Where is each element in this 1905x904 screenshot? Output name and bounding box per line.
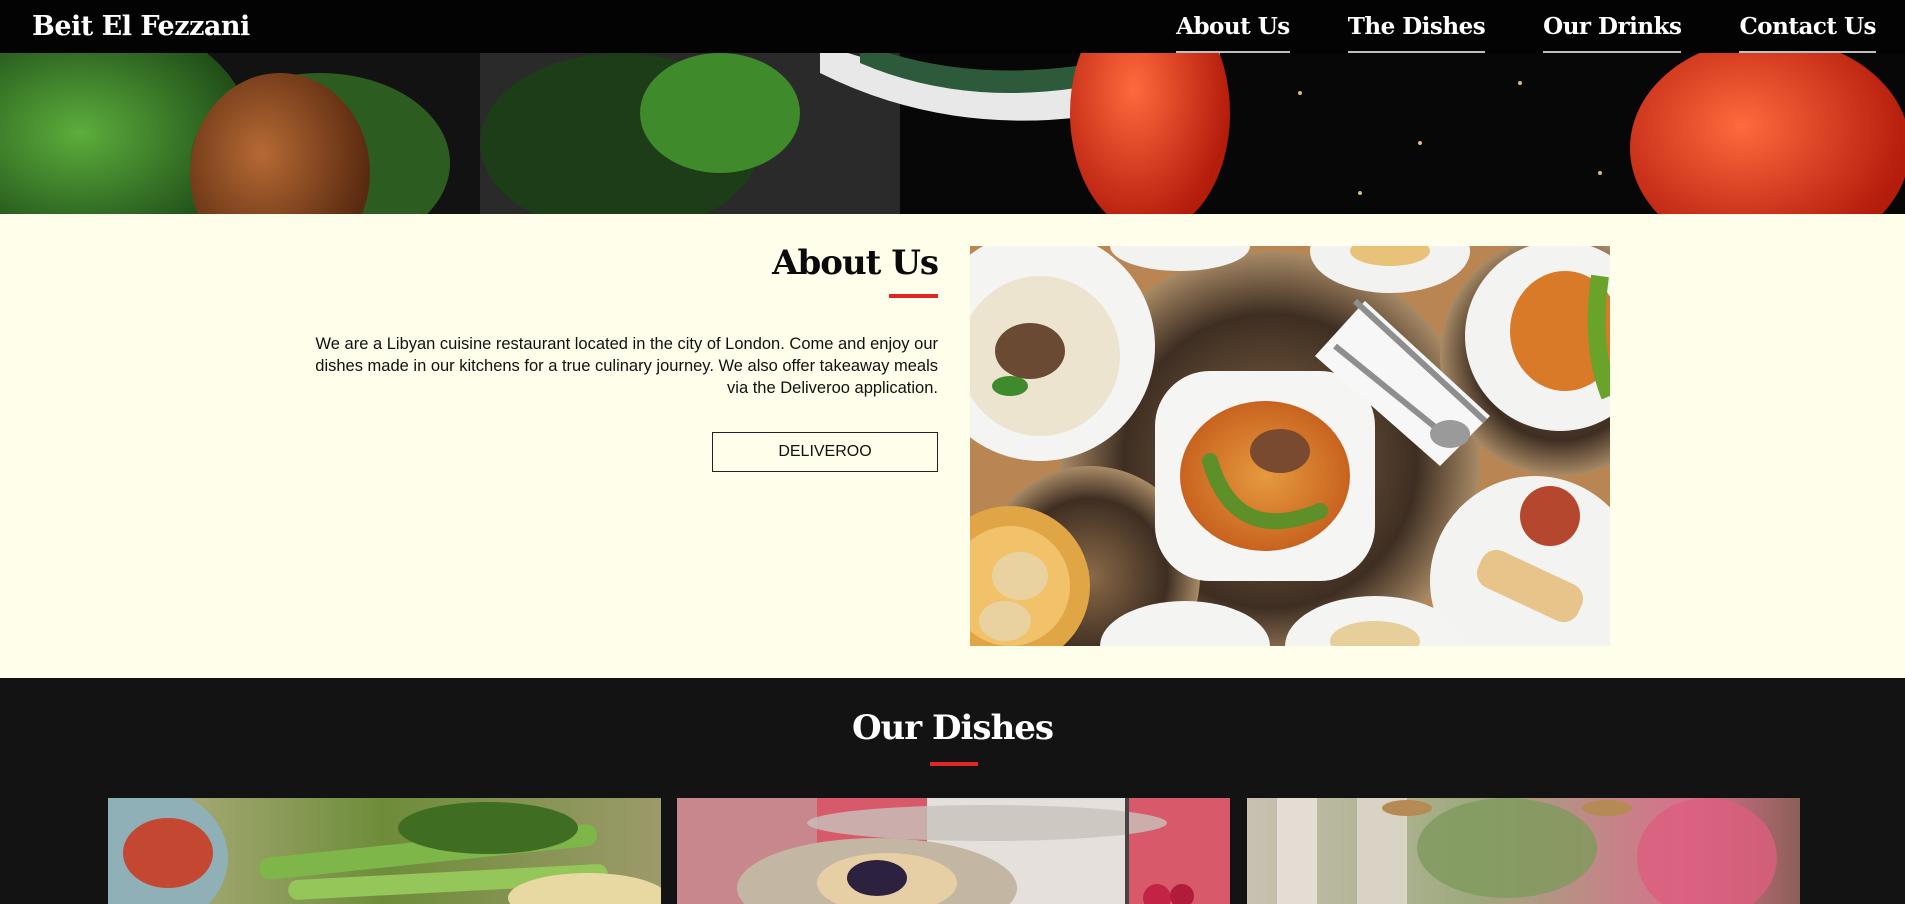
about-description: We are a Libyan cuisine restaurant locat… <box>315 335 938 397</box>
nav-our-drinks[interactable]: Our Drinks <box>1543 0 1682 53</box>
restaurant-interior-photo <box>1247 798 1800 904</box>
nav-about-us[interactable]: About Us <box>1176 0 1290 53</box>
hero-banner <box>0 53 1905 214</box>
about-photo-frame <box>970 246 1610 646</box>
about-text-block: About Us We are a Libyan cuisine restaur… <box>290 243 939 472</box>
deliveroo-button[interactable]: DELIVEROO <box>712 432 938 472</box>
libyan-dishes-table-photo <box>970 246 1610 646</box>
dish-card-1[interactable] <box>108 798 661 904</box>
nav-the-dishes[interactable]: The Dishes <box>1347 0 1486 53</box>
salad-dish-photo <box>108 798 661 904</box>
dishes-section: Our Dishes <box>0 678 1905 904</box>
brand-logo[interactable]: Beit El Fezzani <box>32 11 250 42</box>
site-header: Beit El Fezzani About Us The Dishes Our … <box>0 0 1905 53</box>
title-underline <box>889 294 938 298</box>
dish-card-2[interactable] <box>677 798 1230 904</box>
food-banner-image <box>0 53 1905 214</box>
dishes-title: Our Dishes <box>851 708 1054 748</box>
main-nav: About Us The Dishes Our Drinks Contact U… <box>1176 0 1876 53</box>
dishes-title-underline <box>930 762 978 766</box>
pastry-dessert-photo <box>677 798 1230 904</box>
about-title: About Us <box>772 243 939 283</box>
about-section: About Us We are a Libyan cuisine restaur… <box>0 214 1905 678</box>
nav-contact-us[interactable]: Contact Us <box>1739 0 1876 53</box>
dish-card-3[interactable] <box>1247 798 1800 904</box>
